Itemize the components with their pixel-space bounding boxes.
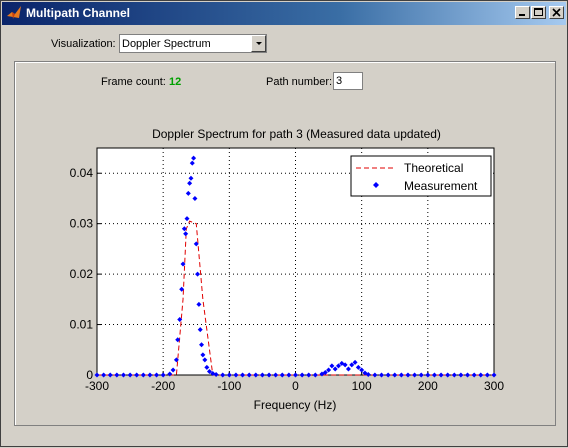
title-bar[interactable]: Multipath Channel <box>2 2 566 25</box>
frame-count-label: Frame count: <box>101 76 166 88</box>
close-button[interactable] <box>549 6 564 19</box>
visualization-select[interactable]: Doppler Spectrum <box>119 34 267 53</box>
maximize-button[interactable] <box>531 6 546 19</box>
frame-count-value: 12 <box>169 76 182 88</box>
path-number-input[interactable] <box>333 72 363 90</box>
dropdown-button[interactable] <box>251 35 266 52</box>
close-icon <box>552 8 561 17</box>
window-title: Multipath Channel <box>26 6 130 20</box>
multipath-channel-window: Multipath Channel Visualization: Doppler… <box>0 0 568 447</box>
maximize-icon <box>534 8 543 16</box>
matlab-logo-icon <box>7 6 21 19</box>
display-panel <box>14 61 556 426</box>
minimize-button[interactable] <box>515 6 530 19</box>
chevron-down-icon <box>256 42 262 45</box>
visualization-label: Visualization: <box>51 38 116 50</box>
minimize-icon <box>519 14 525 16</box>
chart-title: Doppler Spectrum for path 3 (Measured da… <box>152 127 441 141</box>
visualization-value: Doppler Spectrum <box>122 38 211 50</box>
path-number-label: Path number: <box>266 76 333 88</box>
